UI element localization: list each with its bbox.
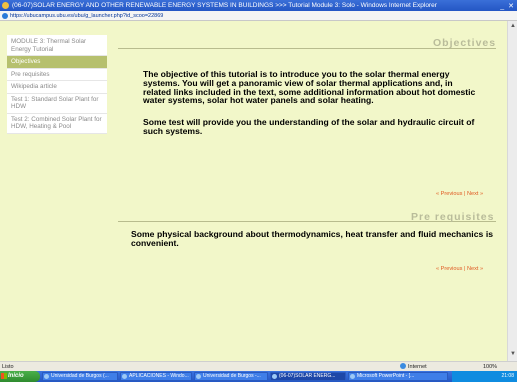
ie-icon	[44, 374, 49, 379]
window-controls[interactable]: _ ✕	[500, 1, 515, 11]
taskbar-item-label: APLICACIONES - Windo...	[129, 373, 189, 379]
page-content: MODULE 3: Thermal Solar Energy Tutorial …	[0, 21, 507, 361]
taskbar: Inicio Universidad de Burgos (... APLICA…	[0, 371, 517, 382]
start-label: Inicio	[8, 373, 24, 379]
prerequisites-nav-links[interactable]: « Previous | Next »	[436, 266, 483, 272]
taskbar-item-label: (06-07)SOLAR ENERG...	[279, 373, 336, 379]
taskbar-item[interactable]: Microsoft PowerPoint - [...	[348, 372, 448, 381]
taskbar-item[interactable]: Universidad de Burgos (...	[42, 372, 118, 381]
start-button[interactable]: Inicio	[0, 371, 40, 382]
objectives-nav-links[interactable]: « Previous | Next »	[436, 191, 483, 197]
scroll-down-icon[interactable]: ▼	[510, 351, 516, 357]
scroll-up-icon[interactable]: ▲	[510, 23, 516, 29]
taskbar-item[interactable]: APLICACIONES - Windo...	[120, 372, 192, 381]
taskbar-item-label: Universidad de Burgos -...	[203, 373, 261, 379]
taskbar-item-label: Microsoft PowerPoint - [...	[357, 373, 415, 379]
url-text[interactable]: https://ubucampus.ubu.es/ubu/g_launcher.…	[10, 13, 163, 19]
sidebar-nav: MODULE 3: Thermal Solar Energy Tutorial …	[7, 35, 107, 134]
sidebar-item-wikipedia[interactable]: Wikipedia article	[7, 81, 107, 94]
objectives-title: Objectives	[433, 37, 497, 49]
window-title: (06-07)SOLAR ENERGY AND OTHER RENEWABLE …	[12, 2, 437, 9]
vertical-scrollbar[interactable]: ▲ ▼	[507, 21, 517, 361]
taskbar-item-active[interactable]: (06-07)SOLAR ENERG...	[270, 372, 346, 381]
sidebar-item-test2[interactable]: Test 2: Combined Solar Plant for HDW, He…	[7, 114, 107, 134]
sidebar-item-module[interactable]: MODULE 3: Thermal Solar Energy Tutorial	[7, 35, 107, 56]
zone-label: Internet	[408, 364, 427, 370]
ie-icon	[272, 374, 277, 379]
powerpoint-icon	[350, 374, 355, 379]
ie-icon	[196, 374, 201, 379]
ie-icon	[2, 2, 9, 9]
clock: 21:08	[501, 373, 514, 379]
globe-icon	[400, 363, 406, 369]
objectives-paragraph: The objective of this tutorial is to int…	[143, 69, 476, 106]
taskbar-item-label: Universidad de Burgos (...	[51, 373, 109, 379]
prerequisites-title: Pre requisites	[411, 211, 495, 223]
folder-icon	[122, 374, 127, 379]
objectives-test-paragraph: Some test will provide you the understan…	[143, 117, 475, 136]
sidebar-item-test1[interactable]: Test 1: Standard Solar Plant for HDW	[7, 94, 107, 114]
page-icon	[2, 13, 8, 19]
sidebar-item-objectives[interactable]: Objectives	[7, 56, 107, 69]
status-bar: Listo Internet 100%	[0, 361, 517, 371]
address-bar[interactable]: https://ubucampus.ubu.es/ubu/g_launcher.…	[0, 11, 517, 21]
system-tray: 21:08	[452, 371, 517, 382]
prerequisites-paragraph: Some physical background about thermodyn…	[131, 229, 493, 248]
window-titlebar: (06-07)SOLAR ENERGY AND OTHER RENEWABLE …	[0, 0, 517, 11]
sidebar-item-prerequisites[interactable]: Pre requisites	[7, 69, 107, 81]
windows-flag-icon	[1, 373, 7, 379]
taskbar-item[interactable]: Universidad de Burgos -...	[194, 372, 268, 381]
